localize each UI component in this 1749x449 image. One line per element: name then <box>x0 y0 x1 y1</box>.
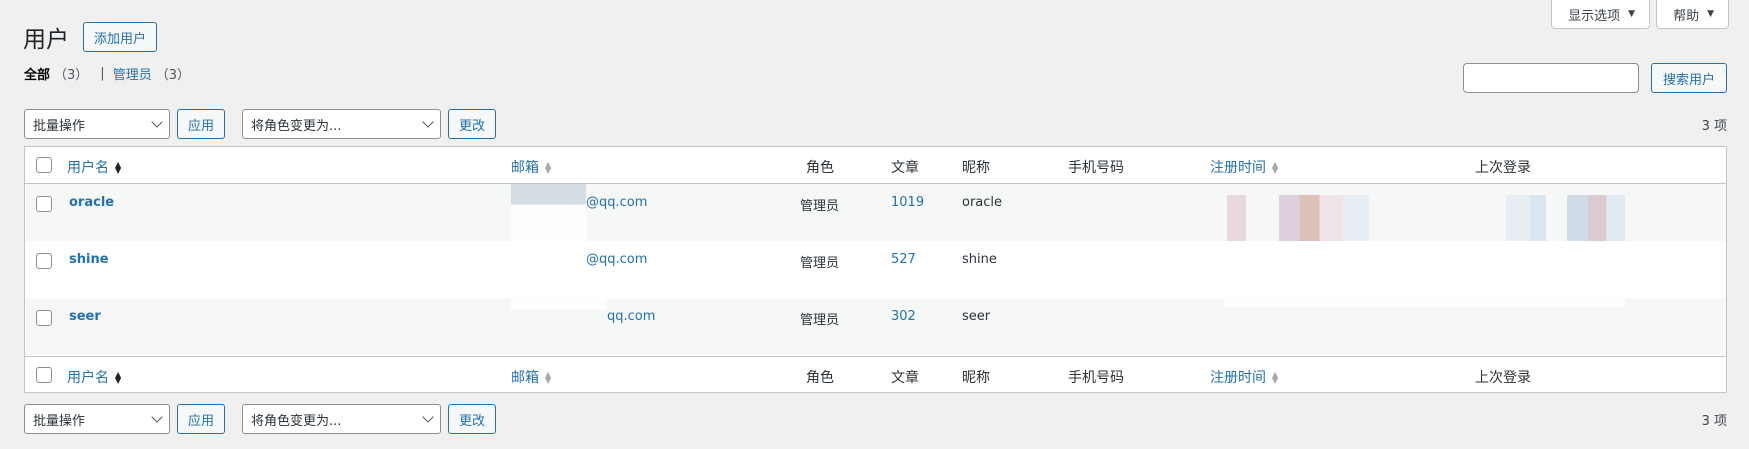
column-email-label: 邮箱 <box>511 370 539 386</box>
posts-count-link[interactable]: 1019 <box>891 195 924 210</box>
change-role-value: 将角色变更为... <box>251 413 342 429</box>
bulk-action-value: 批量操作 <box>33 118 86 134</box>
apply-button[interactable]: 应用 <box>177 109 226 139</box>
column-nickname: 昵称 <box>962 370 990 386</box>
bulk-action-value: 批量操作 <box>33 413 86 429</box>
column-last-login: 上次登录 <box>1475 160 1531 176</box>
column-email[interactable]: 邮箱 ▲ ▼ <box>511 367 551 387</box>
filter-administrator-count: （3） <box>155 68 190 83</box>
page-header: 用户 添加用户 <box>23 20 158 54</box>
chevron-down-icon <box>151 410 163 423</box>
tablenav-bottom: 批量操作 应用 将角色变更为... 更改 3 项 <box>24 404 1727 434</box>
filter-administrator[interactable]: 管理员 <box>113 64 152 83</box>
search-box: 搜索用户 <box>1462 63 1727 93</box>
row-checkbox[interactable] <box>36 196 52 212</box>
redacted-registered-time <box>1224 195 1369 241</box>
items-count: 3 项 <box>1701 413 1727 429</box>
user-role: 管理员 <box>800 199 840 214</box>
column-registered[interactable]: 注册时间 ▲ ▼ <box>1210 157 1278 177</box>
column-last-login: 上次登录 <box>1475 370 1531 386</box>
user-role: 管理员 <box>800 256 840 271</box>
caret-down-icon: ▼ <box>1628 9 1636 19</box>
column-username-label: 用户名 <box>67 370 109 386</box>
column-email[interactable]: 邮箱 ▲ ▼ <box>511 157 551 177</box>
username-link[interactable]: seer <box>69 309 101 324</box>
filter-all-count: （3） <box>54 68 89 83</box>
user-nickname: shine <box>962 252 997 267</box>
change-role-value: 将角色变更为... <box>251 118 342 134</box>
caret-down-icon: ▼ <box>1707 9 1714 19</box>
sort-ascending-icon: ▲ ▼ <box>115 160 122 175</box>
email-link[interactable]: @qq.com <box>586 195 647 210</box>
select-all-checkbox[interactable] <box>36 157 52 173</box>
help-label: 帮助 <box>1673 8 1700 24</box>
sort-icon: ▲ ▼ <box>545 370 552 385</box>
redacted-registered-time <box>1224 298 1625 306</box>
tablenav-top: 批量操作 应用 将角色变更为... 更改 3 项 <box>24 109 1727 139</box>
posts-count-link[interactable]: 302 <box>891 309 916 324</box>
username-link[interactable]: shine <box>69 252 109 267</box>
email-link[interactable]: @qq.com <box>586 252 647 267</box>
bulk-action-select[interactable]: 批量操作 <box>24 404 170 434</box>
column-posts: 文章 <box>891 160 919 176</box>
table-row: seer qq.com 管理员 302 seer <box>25 298 1726 355</box>
chevron-down-icon <box>422 410 434 423</box>
items-count: 3 项 <box>1701 118 1727 134</box>
filter-all[interactable]: 全部 <box>24 64 50 83</box>
change-role-button[interactable]: 更改 <box>448 404 497 434</box>
users-table: 用户名 ▲ ▼ 邮箱 ▲ ▼ 角色 文章 昵称 手机号码 注册时间 ▲ ▼ 上次登录 ora… <box>24 146 1727 393</box>
email-link[interactable]: qq.com <box>607 309 655 324</box>
column-email-label: 邮箱 <box>511 160 539 176</box>
column-username-label: 用户名 <box>67 160 109 176</box>
display-options-label: 显示选项 <box>1568 8 1621 24</box>
column-phone: 手机号码 <box>1068 160 1124 176</box>
add-user-button[interactable]: 添加用户 <box>83 22 158 52</box>
apply-button[interactable]: 应用 <box>177 404 226 434</box>
chevron-down-icon <box>422 115 434 128</box>
filter-separator: | <box>100 66 105 81</box>
screen-meta-links: 显示选项 ▼ 帮助 ▼ <box>1551 0 1729 29</box>
user-nickname: oracle <box>962 195 1003 210</box>
table-footer-row: 用户名 ▲ ▼ 邮箱 ▲ ▼ 角色 文章 昵称 手机号码 注册时间 ▲ ▼ 上次登录 <box>25 356 1726 393</box>
chevron-down-icon <box>151 115 163 128</box>
column-registered[interactable]: 注册时间 ▲ ▼ <box>1210 367 1278 387</box>
sort-icon: ▲ ▼ <box>1272 370 1279 385</box>
table-row: shine @qq.com 管理员 527 shine <box>25 241 1726 298</box>
display-options-button[interactable]: 显示选项 ▼ <box>1551 0 1651 29</box>
column-registered-label: 注册时间 <box>1210 160 1266 176</box>
redacted-email-prefix <box>511 184 586 241</box>
user-role: 管理员 <box>800 313 840 328</box>
column-role: 角色 <box>806 160 834 176</box>
posts-count-link[interactable]: 527 <box>891 252 916 267</box>
sort-icon: ▲ ▼ <box>545 160 552 175</box>
page-title: 用户 <box>23 27 69 53</box>
username-link[interactable]: oracle <box>69 195 114 210</box>
redacted-last-login-time <box>1493 195 1625 241</box>
role-filter-links: 全部 （3） | 管理员 （3） <box>24 64 190 83</box>
column-username[interactable]: 用户名 ▲ ▼ <box>67 367 121 387</box>
select-all-checkbox[interactable] <box>36 367 52 383</box>
row-checkbox[interactable] <box>36 253 52 269</box>
column-role: 角色 <box>806 370 834 386</box>
change-role-select[interactable]: 将角色变更为... <box>242 109 442 139</box>
column-phone: 手机号码 <box>1068 370 1124 386</box>
help-button[interactable]: 帮助 ▼ <box>1656 0 1729 29</box>
search-users-button[interactable]: 搜索用户 <box>1650 63 1727 93</box>
change-role-select[interactable]: 将角色变更为... <box>242 404 442 434</box>
user-nickname: seer <box>962 309 991 324</box>
table-row: oracle @qq.com 管理员 1019 oracle <box>25 184 1726 241</box>
search-input[interactable] <box>1462 63 1639 93</box>
row-checkbox[interactable] <box>36 310 52 326</box>
redacted-email-prefix <box>511 298 606 310</box>
column-registered-label: 注册时间 <box>1210 370 1266 386</box>
table-header-row: 用户名 ▲ ▼ 邮箱 ▲ ▼ 角色 文章 昵称 手机号码 注册时间 ▲ ▼ 上次登录 <box>25 147 1726 184</box>
bulk-action-select[interactable]: 批量操作 <box>24 109 170 139</box>
column-username[interactable]: 用户名 ▲ ▼ <box>67 157 121 177</box>
change-role-button[interactable]: 更改 <box>448 109 497 139</box>
sort-ascending-icon: ▲ ▼ <box>115 370 122 385</box>
sort-icon: ▲ ▼ <box>1272 160 1279 175</box>
column-nickname: 昵称 <box>962 160 990 176</box>
column-posts: 文章 <box>891 370 919 386</box>
